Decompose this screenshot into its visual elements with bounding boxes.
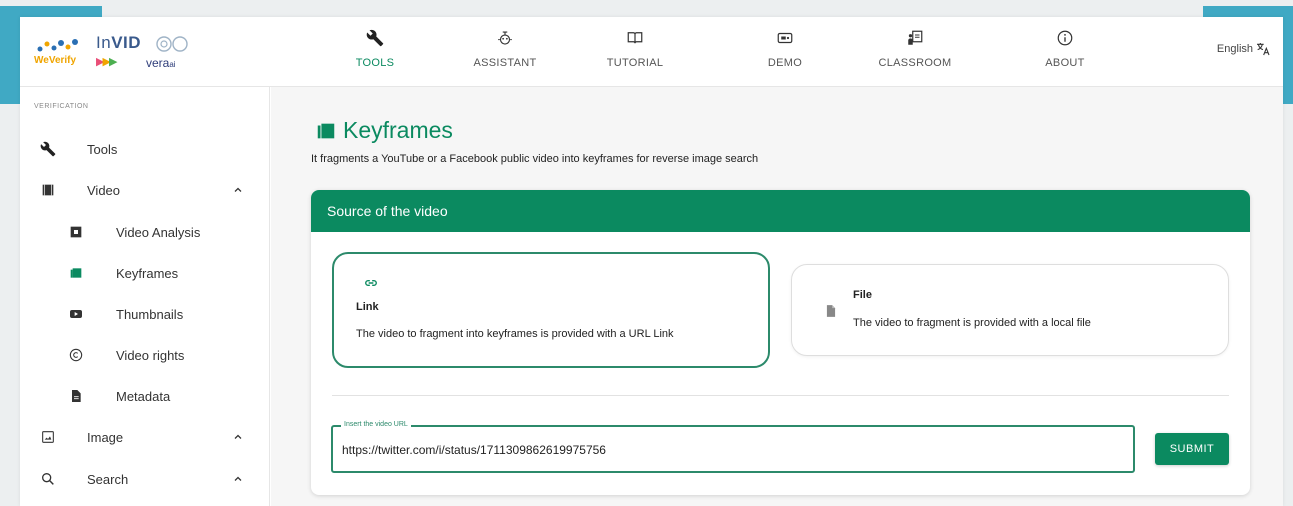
- page-title-text: Keyframes: [343, 117, 453, 143]
- sidebar-item-label: Video rights: [116, 348, 185, 363]
- sidebar-item-image[interactable]: Image: [20, 419, 270, 455]
- youtube-icon: [70, 310, 82, 318]
- source-card-header: Source of the video: [311, 190, 1250, 232]
- film-icon: [42, 184, 54, 196]
- nav-about-label: ABOUT: [1045, 57, 1085, 69]
- language-label: English: [1216, 43, 1253, 55]
- sidebar-section-label: VERIFICATION: [34, 103, 89, 110]
- vera-logo-text: veraai: [146, 56, 176, 70]
- app-window: WeVerify InVID ▶▶▶ veraai TOOLS ASSISTAN…: [20, 17, 1283, 506]
- sidebar-item-label: Tools: [87, 142, 118, 157]
- sidebar-item-label: Image: [87, 430, 124, 445]
- link-icon: [365, 279, 377, 287]
- file-option-title: File: [853, 289, 872, 301]
- nav-demo[interactable]: DEMO: [730, 27, 840, 79]
- video-url-input[interactable]: [342, 441, 1102, 459]
- sidebar-item-label: Video Analysis: [116, 225, 201, 240]
- info-icon: [1057, 30, 1073, 46]
- language-selector[interactable]: English: [1217, 41, 1271, 57]
- page-subtitle: It fragments a YouTube or a Facebook pub…: [311, 153, 759, 165]
- file-option-desc: The video to fragment is provided with a…: [853, 317, 1091, 329]
- demo-icon: [777, 32, 793, 44]
- nav-about[interactable]: ABOUT: [1010, 27, 1120, 79]
- nav-classroom[interactable]: CLASSROOM: [860, 27, 970, 79]
- sidebar-item-label: Search: [87, 472, 129, 487]
- top-header: WeVerify InVID ▶▶▶ veraai TOOLS ASSISTAN…: [20, 17, 1283, 87]
- link-option-title: Link: [356, 301, 379, 313]
- nav-tutorial[interactable]: TUTORIAL: [580, 27, 690, 79]
- sidebar-item-tools[interactable]: Tools: [20, 131, 270, 167]
- submit-button[interactable]: SUBMIT: [1155, 433, 1229, 465]
- chevron-up-icon[interactable]: [232, 431, 244, 443]
- logo[interactable]: WeVerify InVID ▶▶▶ veraai: [34, 31, 214, 75]
- sidebar-item-label: Keyframes: [116, 266, 179, 281]
- link-option[interactable]: Link The video to fragment into keyframe…: [332, 252, 770, 368]
- sidebar: VERIFICATION Tools Video Video Analysis …: [20, 87, 270, 506]
- nav-tools-label: TOOLS: [355, 57, 395, 69]
- vera-text: vera: [146, 56, 170, 70]
- sidebar-item-label: Video: [87, 183, 121, 198]
- video-url-field[interactable]: Insert the video URL: [331, 421, 1135, 473]
- weverify-logo-text: WeVerify: [34, 55, 77, 66]
- nav-tools[interactable]: TOOLS: [320, 27, 430, 79]
- classroom-icon: [908, 30, 923, 45]
- keyframes-icon: [70, 268, 82, 278]
- film-icon: [70, 226, 82, 238]
- invid-logo-text: InVID: [96, 33, 141, 53]
- invid-bold: VID: [111, 33, 142, 52]
- file-option[interactable]: File The video to fragment is provided w…: [791, 264, 1229, 356]
- sidebar-item-label: Thumbnails: [116, 307, 184, 322]
- sidebar-item-thumbnails[interactable]: Thumbnails: [20, 296, 270, 332]
- main-content: Keyframes It fragments a YouTube or a Fa…: [271, 87, 1283, 506]
- file-icon: [826, 305, 836, 317]
- image-icon: [42, 431, 54, 443]
- divider: [332, 395, 1229, 396]
- invid-circles-icon: [156, 36, 188, 52]
- chevron-up-icon[interactable]: [232, 473, 244, 485]
- sidebar-item-search[interactable]: Search: [20, 461, 270, 497]
- sidebar-item-keyframes[interactable]: Keyframes: [20, 255, 270, 291]
- nav-classroom-label: CLASSROOM: [878, 57, 952, 69]
- file-icon: [72, 390, 81, 402]
- nav-assistant[interactable]: ASSISTANT: [450, 27, 560, 79]
- nav-assistant-label: ASSISTANT: [473, 57, 537, 69]
- assistant-icon: [498, 31, 512, 45]
- chevron-up-icon[interactable]: [232, 184, 244, 196]
- sidebar-item-metadata[interactable]: Metadata: [20, 378, 270, 414]
- sidebar-item-video-rights[interactable]: Video rights: [20, 337, 270, 373]
- copyright-icon: [69, 348, 83, 362]
- source-card-title: Source of the video: [327, 203, 448, 219]
- sidebar-item-video[interactable]: Video: [20, 172, 270, 208]
- nav-demo-label: DEMO: [767, 57, 803, 69]
- wrench-icon: [366, 29, 384, 47]
- sidebar-item-label: Metadata: [116, 389, 171, 404]
- book-icon: [627, 32, 643, 44]
- link-option-desc: The video to fragment into keyframes is …: [356, 328, 674, 340]
- vera-suffix: ai: [169, 60, 176, 69]
- translate-icon: [1257, 43, 1270, 56]
- nav-tutorial-label: TUTORIAL: [606, 57, 664, 69]
- keyframes-icon: [317, 123, 335, 138]
- search-icon: [42, 473, 54, 485]
- sidebar-item-video-analysis[interactable]: Video Analysis: [20, 214, 270, 250]
- wrench-icon: [40, 141, 56, 157]
- invid-prefix: In: [96, 33, 112, 52]
- source-card: Source of the video Link The video to fr…: [311, 190, 1250, 495]
- weverify-dots-icon: [37, 39, 78, 52]
- arrows-icon: ▶▶▶: [96, 56, 118, 68]
- page-title: Keyframes: [315, 117, 453, 144]
- video-url-label: Insert the video URL: [341, 421, 411, 428]
